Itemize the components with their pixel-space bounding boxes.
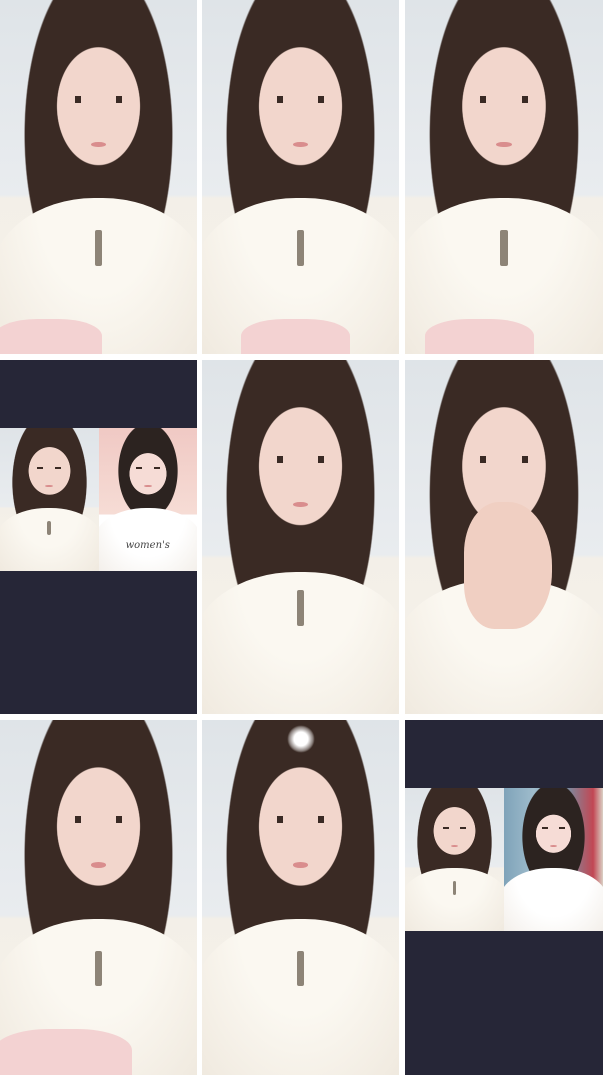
pink-pillow	[0, 1028, 132, 1075]
split-left-camera	[0, 428, 99, 571]
split-left-camera	[405, 788, 504, 931]
video-tile-6[interactable]	[405, 360, 603, 714]
camera-frame	[0, 0, 197, 354]
camera-frame	[202, 0, 399, 354]
pink-pillow	[424, 318, 534, 354]
ceiling-light	[286, 725, 315, 754]
video-tile-5[interactable]	[202, 360, 399, 714]
video-tile-9[interactable]	[405, 720, 603, 1075]
split-right-camera	[504, 788, 603, 931]
video-tile-8[interactable]	[202, 720, 399, 1075]
camera-frame	[0, 720, 197, 1075]
hand	[464, 501, 552, 630]
camera-frame	[202, 720, 399, 1075]
split-right-camera: women's	[98, 428, 197, 571]
shirt-print: women's	[125, 539, 170, 551]
video-tile-4[interactable]: women's	[0, 360, 197, 714]
video-tile-7[interactable]	[0, 720, 197, 1075]
camera-frame	[202, 360, 399, 714]
video-tile-3[interactable]	[405, 0, 603, 354]
hoodie	[202, 918, 399, 1075]
pink-pillow	[0, 318, 103, 354]
video-tile-2[interactable]	[202, 0, 399, 354]
video-tile-1[interactable]	[0, 0, 197, 354]
split-call-view	[405, 788, 603, 931]
camera-frame	[405, 360, 603, 714]
camera-frame	[405, 0, 603, 354]
pink-pillow	[241, 318, 350, 354]
split-call-view: women's	[0, 428, 197, 571]
